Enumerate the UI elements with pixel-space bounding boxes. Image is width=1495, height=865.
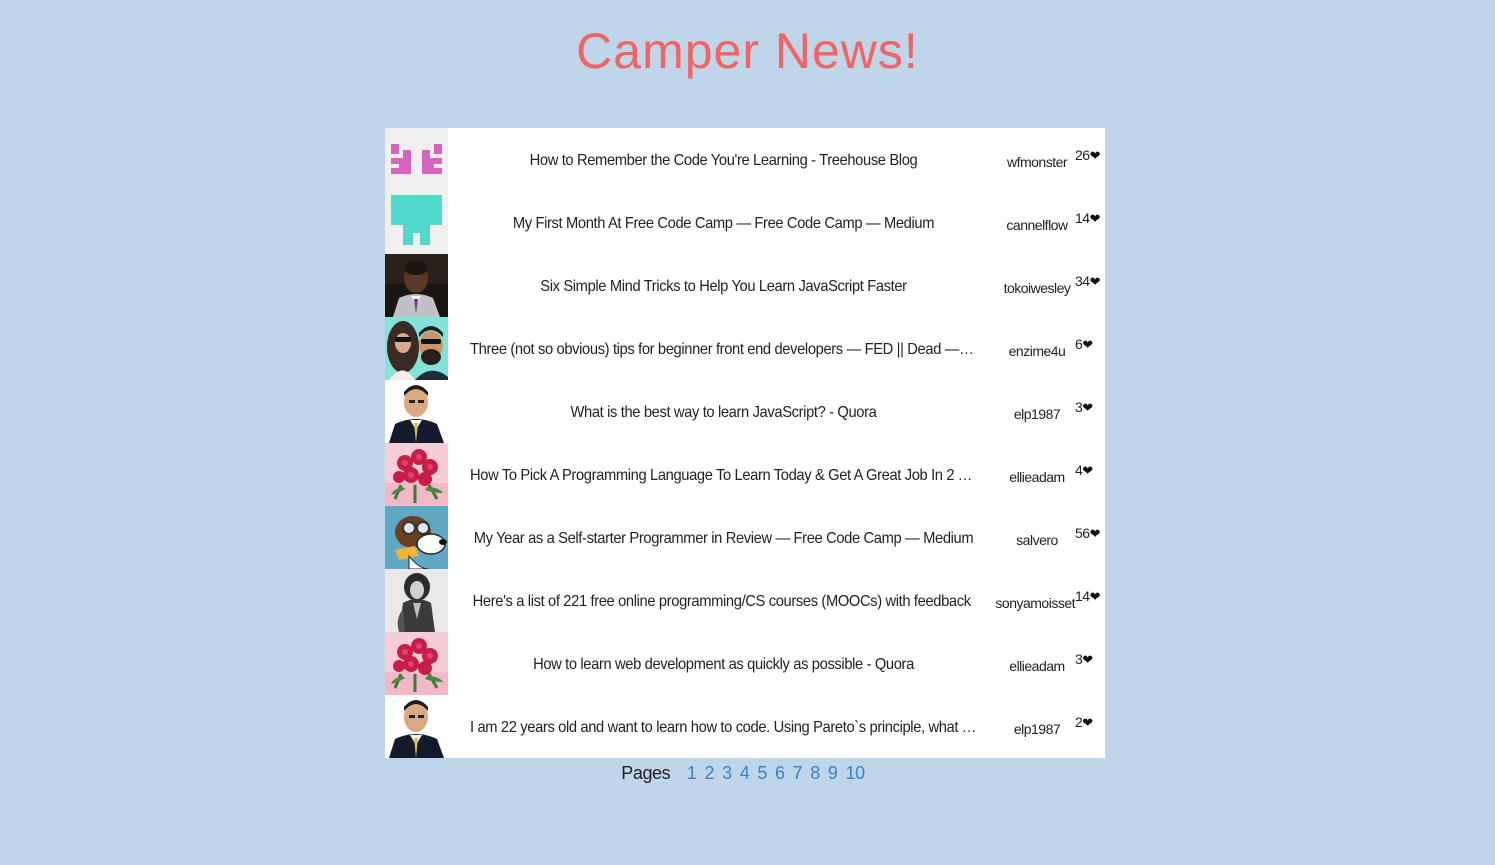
vote-count: 3❤ — [1075, 399, 1105, 416]
author-name-link[interactable]: wfmonster — [999, 150, 1075, 170]
heart-icon: ❤ — [1089, 274, 1101, 289]
article-title-link[interactable]: What is the best way to learn JavaScript… — [470, 402, 977, 422]
news-item: How To Pick A Programming Language To Le… — [385, 443, 1105, 506]
author-avatar[interactable] — [385, 380, 448, 443]
news-item: My Year as a Self-starter Programmer in … — [385, 506, 1105, 569]
news-item: Three (not so obvious) tips for beginner… — [385, 317, 1105, 380]
vote-count: 6❤ — [1075, 336, 1105, 353]
article-title-link[interactable]: Three (not so obvious) tips for beginner… — [470, 339, 977, 359]
vote-count: 4❤ — [1075, 462, 1105, 479]
author-avatar[interactable] — [385, 128, 448, 191]
author-name-link[interactable]: tokoiwesley — [999, 276, 1075, 296]
article-title-link[interactable]: My Year as a Self-starter Programmer in … — [470, 528, 977, 548]
heart-icon: ❤ — [1089, 211, 1101, 226]
vote-count: 14❤ — [1075, 588, 1105, 605]
pages-label: Pages — [621, 763, 671, 783]
author-avatar[interactable] — [385, 632, 448, 695]
article-title-link[interactable]: Six Simple Mind Tricks to Help You Learn… — [470, 276, 977, 296]
page-link[interactable]: 9 — [828, 763, 838, 783]
article-title-link[interactable]: My First Month At Free Code Camp — Free … — [470, 213, 977, 233]
author-avatar[interactable] — [385, 191, 448, 254]
page-link[interactable]: 10 — [846, 763, 866, 783]
author-name-link[interactable]: elp1987 — [999, 402, 1075, 422]
news-item: Here's a list of 221 free online program… — [385, 569, 1105, 632]
article-title-link[interactable]: How To Pick A Programming Language To Le… — [470, 465, 977, 485]
vote-number: 26 — [1075, 147, 1090, 163]
author-name-link[interactable]: ellieadam — [999, 465, 1075, 485]
author-avatar[interactable] — [385, 695, 448, 758]
author-name-link[interactable]: cannelflow — [999, 213, 1075, 233]
vote-number: 56 — [1075, 525, 1090, 541]
vote-number: 34 — [1075, 273, 1090, 289]
author-avatar[interactable] — [385, 569, 448, 632]
article-title-link[interactable]: How to Remember the Code You're Learning… — [470, 150, 977, 170]
author-name-link[interactable]: salvero — [999, 528, 1075, 548]
author-name-link[interactable]: ellieadam — [999, 654, 1075, 674]
heart-icon: ❤ — [1082, 652, 1093, 667]
article-title-link[interactable]: Here's a list of 221 free online program… — [470, 591, 974, 611]
page-title: Camper News! — [576, 23, 919, 79]
article-title-link[interactable]: How to learn web development as quickly … — [470, 654, 977, 674]
heart-icon: ❤ — [1082, 400, 1093, 415]
vote-number: 14 — [1075, 210, 1090, 226]
article-title-link[interactable]: I am 22 years old and want to learn how … — [470, 717, 977, 737]
page-link[interactable]: 4 — [740, 763, 750, 783]
news-item: Six Simple Mind Tricks to Help You Learn… — [385, 254, 1105, 317]
news-item: How to learn web development as quickly … — [385, 632, 1105, 695]
vote-count: 34❤ — [1075, 273, 1105, 290]
vote-count: 26❤ — [1075, 147, 1105, 164]
author-name-link[interactable]: enzime4u — [999, 339, 1075, 359]
news-item: What is the best way to learn JavaScript… — [385, 380, 1105, 443]
vote-number: 14 — [1075, 588, 1090, 604]
page-link[interactable]: 2 — [705, 763, 715, 783]
news-item: My First Month At Free Code Camp — Free … — [385, 191, 1105, 254]
author-name-link[interactable]: sonyamoisset — [995, 591, 1075, 611]
heart-icon: ❤ — [1082, 337, 1093, 352]
news-item: How to Remember the Code You're Learning… — [385, 128, 1105, 191]
heart-icon: ❤ — [1089, 589, 1101, 604]
vote-count: 56❤ — [1075, 525, 1105, 542]
heart-icon: ❤ — [1089, 148, 1101, 163]
heart-icon: ❤ — [1082, 463, 1093, 478]
page-link[interactable]: 3 — [722, 763, 732, 783]
vote-count: 14❤ — [1075, 210, 1105, 227]
page-link[interactable]: 7 — [793, 763, 803, 783]
news-list: How to Remember the Code You're Learning… — [385, 128, 1105, 758]
news-item: I am 22 years old and want to learn how … — [385, 695, 1105, 758]
heart-icon: ❤ — [1089, 526, 1101, 541]
heart-icon: ❤ — [1082, 715, 1093, 730]
author-name-link[interactable]: elp1987 — [999, 717, 1075, 737]
author-avatar[interactable] — [385, 443, 448, 506]
author-avatar[interactable] — [385, 254, 448, 317]
author-avatar[interactable] — [385, 317, 448, 380]
page-link[interactable]: 5 — [757, 763, 767, 783]
vote-count: 3❤ — [1075, 651, 1105, 668]
page-link[interactable]: 6 — [775, 763, 785, 783]
author-avatar[interactable] — [385, 506, 448, 569]
page-link[interactable]: 8 — [810, 763, 820, 783]
pagination: Pages 1 2 3 4 5 6 7 8 9 10 — [385, 763, 1105, 784]
page-link[interactable]: 1 — [687, 763, 697, 783]
vote-count: 2❤ — [1075, 714, 1105, 731]
